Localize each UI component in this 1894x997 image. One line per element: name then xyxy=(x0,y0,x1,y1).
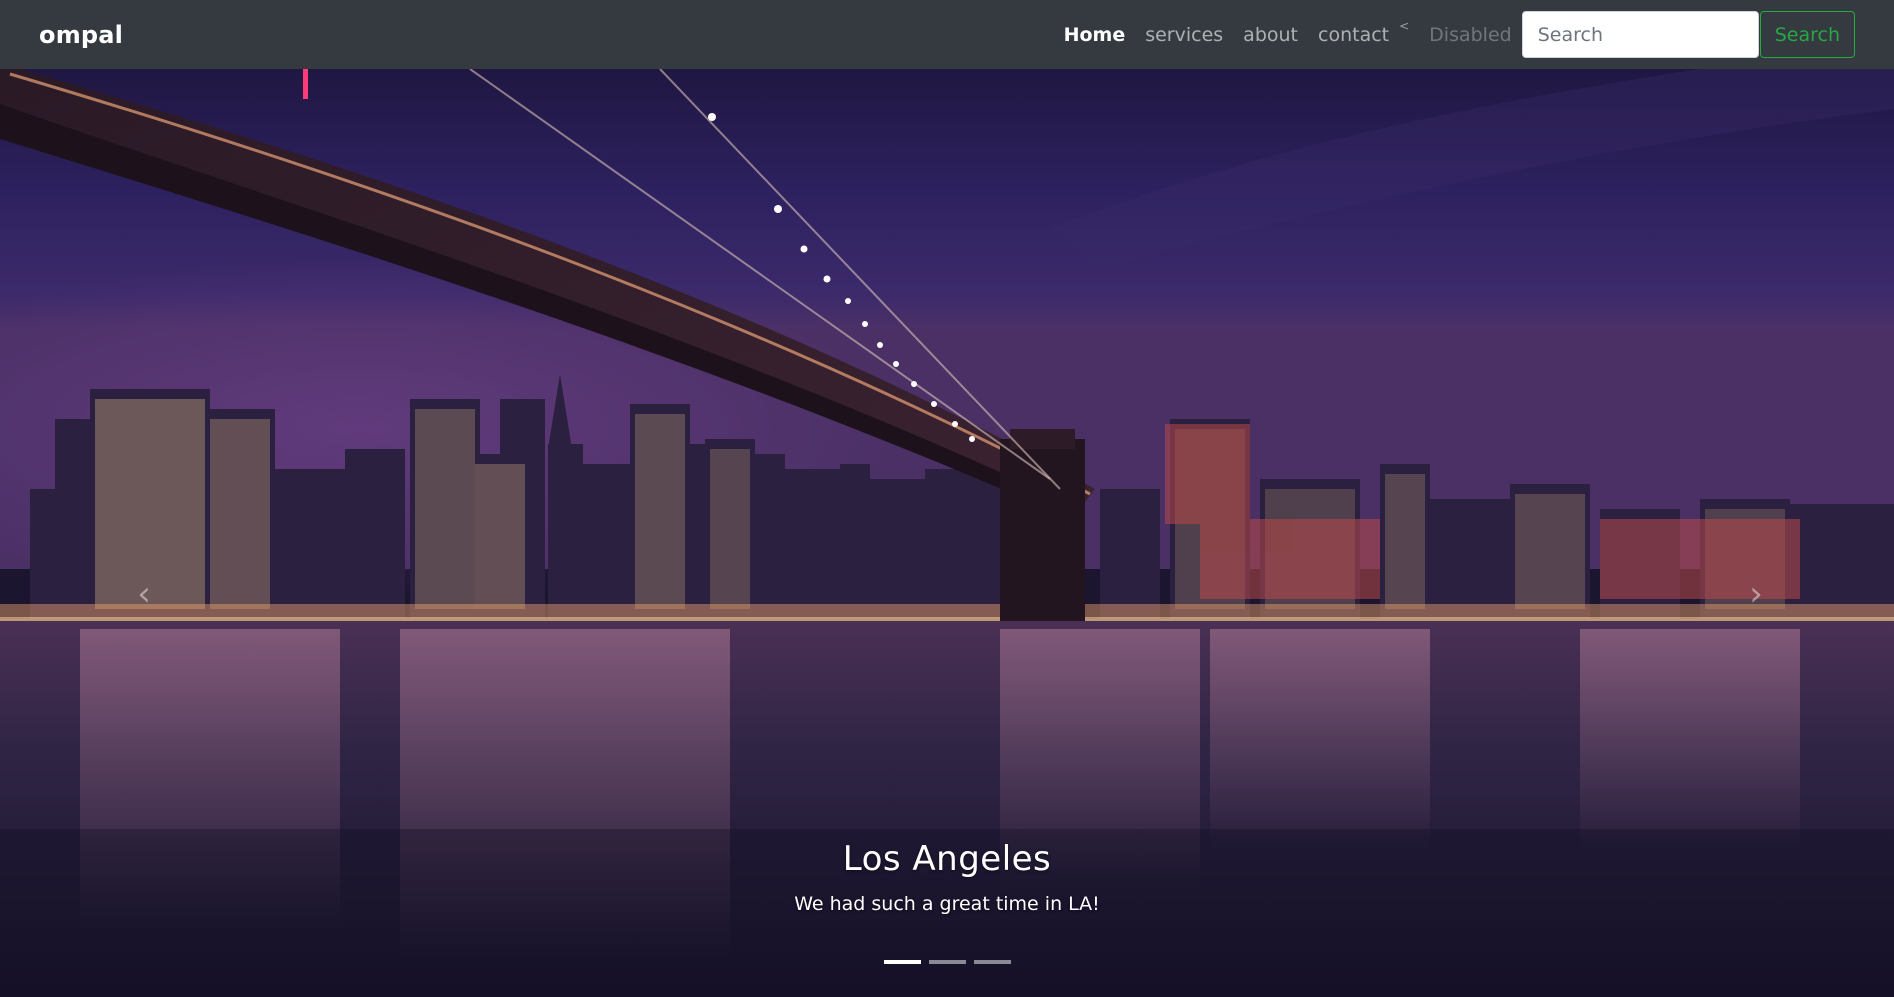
search-input[interactable] xyxy=(1521,11,1759,58)
nav-link-services[interactable]: services xyxy=(1145,24,1223,46)
nav-right: Home services about contact < Disabled S… xyxy=(1044,11,1855,58)
carousel: ‹ › Los Angeles We had such a great time… xyxy=(0,69,1894,997)
nav-link-contact[interactable]: contact xyxy=(1318,24,1389,46)
nav-link-disabled: Disabled xyxy=(1429,23,1512,46)
carousel-indicator-2[interactable] xyxy=(928,960,966,964)
carousel-indicator-3[interactable] xyxy=(973,960,1011,964)
caption-text: We had such a great time in LA! xyxy=(794,893,1100,915)
carousel-prev-chevron-icon[interactable]: ‹ xyxy=(124,574,164,614)
carousel-indicators xyxy=(0,960,1894,964)
navbar: ompal Home services about contact < Disa… xyxy=(0,0,1894,69)
nav-link-about[interactable]: about xyxy=(1243,24,1298,46)
nav-link-home[interactable]: Home xyxy=(1064,24,1126,46)
caret-icon: < xyxy=(1399,18,1410,33)
carousel-caption: Los Angeles We had such a great time in … xyxy=(0,839,1894,915)
search-button[interactable]: Search xyxy=(1759,11,1855,58)
carousel-next-chevron-icon[interactable]: › xyxy=(1736,574,1776,614)
brand-logo[interactable]: ompal xyxy=(39,21,123,49)
nav-links: Home services about contact < Disabled xyxy=(1044,19,1512,46)
carousel-indicator-1[interactable] xyxy=(883,960,921,964)
caption-title: Los Angeles xyxy=(842,839,1052,879)
